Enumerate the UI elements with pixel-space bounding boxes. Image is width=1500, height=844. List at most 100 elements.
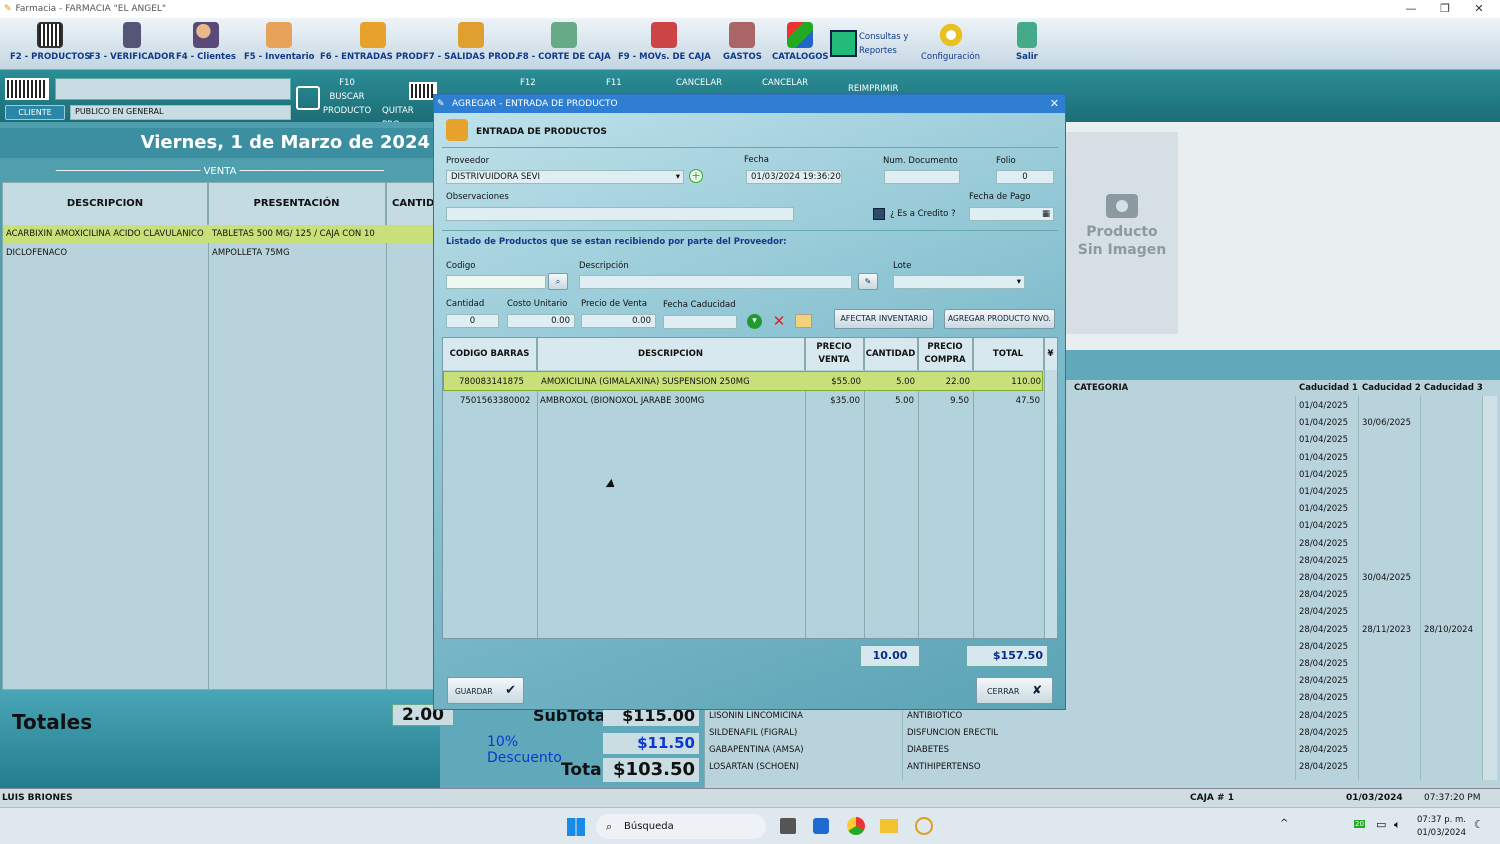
descripcion-input[interactable] (579, 275, 852, 289)
afectar-inventario-button[interactable]: AFECTAR INVENTARIO (834, 309, 934, 329)
guardar-button[interactable]: GUARDAR ✔ (447, 677, 524, 704)
column-header-precio-compra[interactable]: PRECIO COMPRA (918, 338, 973, 370)
toolbar-catalogos-button[interactable]: CATALOGOS (772, 20, 829, 68)
trello-icon[interactable] (813, 818, 829, 834)
pharmacy-app-icon[interactable] (915, 817, 933, 835)
notifications-icon[interactable]: ☾ (1474, 818, 1484, 831)
f12-label[interactable]: F12 (520, 76, 536, 90)
column-header-total[interactable]: TOTAL (973, 338, 1044, 370)
folio-field[interactable]: 0 (996, 170, 1054, 184)
cliente-button[interactable]: CLIENTE (5, 105, 65, 120)
toolbar-corte-button[interactable]: F8 - CORTE DE CAJA (517, 20, 611, 68)
volume-icon[interactable]: 🔈︎ (1394, 818, 1401, 832)
network-icon[interactable]: ▭ (1376, 818, 1386, 831)
proveedor-select[interactable]: DISTRIVUIDORA SEVI ▾ (446, 170, 684, 184)
minimize-button[interactable]: — (1394, 0, 1428, 18)
toolbar-consultas-button[interactable]: Consultas y Reportes (830, 20, 912, 68)
edit-descripcion-button[interactable]: ✎ (858, 273, 878, 290)
vertical-scrollbar[interactable] (1483, 396, 1497, 780)
agregar-producto-nuevo-button[interactable]: AGREGAR PRODUCTO NVO. (944, 309, 1055, 329)
catalog-row[interactable]: LOSARTAN (SCHOEN) ANTIHIPERTENSO 28/04/202… (705, 759, 1485, 776)
catalog-row[interactable]: GABAPENTINA (AMSA) DIABETES 28/04/2025 (705, 742, 1485, 759)
column-header-cantidad[interactable]: CANTIDAD (864, 338, 918, 370)
grid-scrollbar[interactable] (1045, 370, 1057, 638)
codigo-label: Codigo (446, 261, 476, 271)
observaciones-field[interactable] (446, 207, 794, 221)
entrada-row[interactable]: 780083141875 AMOXICILINA (GIMALAXINA) SU… (443, 371, 1043, 391)
toolbar-salir-button[interactable]: Salir (1016, 20, 1038, 68)
catalog-cell-c1: 28/04/2025 (1299, 745, 1348, 755)
sale-items-grid[interactable]: DESCRIPCION PRESENTACIÓN CANTID ACARBIXI… (2, 182, 442, 690)
column-header-descripcion[interactable]: DESCRIPCION (3, 183, 208, 225)
cerrar-button[interactable]: CERRAR ✘ (976, 677, 1053, 704)
cancelar-button-1[interactable]: CANCELAR (676, 76, 722, 90)
chevron-down-icon: ▾ (1016, 277, 1021, 287)
column-header-precio-venta[interactable]: PRECIO VENTA (805, 338, 864, 370)
toolbar-salidas-button[interactable]: F7 - SALIDAS PROD. (423, 20, 518, 68)
dialog-titlebar: ✎ AGREGAR - ENTRADA DE PRODUCTO ✕ (434, 95, 1065, 113)
column-header-codigo-barras[interactable]: CODIGO BARRAS (443, 338, 537, 370)
calendar-icon[interactable]: ▦ (1042, 208, 1050, 220)
catalog-cell-c1: 28/04/2025 (1299, 555, 1348, 566)
buscar-producto-button[interactable]: F10 BUSCAR PRODUCTO (322, 76, 372, 118)
column-header-descripcion[interactable]: DESCRIPCION (537, 338, 805, 370)
clear-eraser-icon[interactable] (795, 314, 812, 328)
toolbar-productos-button[interactable]: F2 - PRODUCTOS (10, 20, 91, 68)
status-time: 07:37:20 PM (1424, 793, 1481, 803)
add-proveedor-icon[interactable]: + (689, 169, 703, 183)
toolbar-clientes-button[interactable]: F4 - Clientes (176, 20, 236, 68)
header-divider (442, 147, 1058, 148)
barcode-input[interactable] (55, 78, 291, 100)
f11-label[interactable]: F11 (606, 76, 622, 90)
tray-badge: 20 (1354, 820, 1365, 828)
cancelar-button-2[interactable]: CANCELAR (762, 76, 808, 90)
toolbar-gastos-button[interactable]: GASTOS (723, 20, 762, 68)
numdoc-field[interactable] (884, 170, 960, 184)
caducidad-input[interactable] (663, 315, 737, 329)
cliente-field[interactable]: PUBLICO EN GENERAL (70, 105, 291, 120)
column-header-categoria[interactable]: CATEGORIA (1074, 380, 1128, 396)
confirm-add-icon[interactable]: ▾ (747, 314, 762, 329)
column-header-caducidad-1[interactable]: Caducidad 1 (1299, 380, 1358, 396)
discount-value: $11.50 (603, 733, 699, 754)
entrada-products-grid[interactable]: CODIGO BARRAS DESCRIPCION PRECIO VENTA C… (442, 337, 1058, 639)
entrada-row[interactable]: 7501563380002 AMBROXOL (BIONOXOL JARABE … (443, 391, 1043, 411)
toolbar-entradas-button[interactable]: F6 - ENTRADAS PROD. (320, 20, 426, 68)
tray-overflow-icon[interactable]: ^ (1280, 818, 1288, 829)
toolbar-configuracion-button[interactable]: Configuración (921, 20, 980, 68)
barcode-scan-icon[interactable] (5, 78, 49, 100)
status-bar: LUIS BRIONES CAJA # 1 01/03/2024 07:37:2… (0, 788, 1500, 807)
delete-row-icon[interactable]: ✕ (770, 312, 788, 330)
tray-clock[interactable]: 07:37 p. m. 01/03/2024 (1414, 814, 1466, 840)
credito-checkbox[interactable] (873, 208, 885, 220)
taskbar-search[interactable]: ⌕ Búsqueda (596, 814, 766, 839)
toolbar-movs-button[interactable]: F9 - MOVs. DE CAJA (618, 20, 711, 68)
close-window-button[interactable]: ✕ (1462, 0, 1496, 18)
task-view-icon[interactable] (780, 818, 796, 834)
cantidad-input[interactable]: 0 (446, 314, 499, 328)
costo-input[interactable]: 0.00 (507, 314, 575, 328)
column-chooser-icon[interactable]: ¥ (1044, 338, 1057, 370)
fecha-field[interactable]: 01/03/2024 19:36:20 (746, 170, 842, 184)
restore-button[interactable]: ❐ (1428, 0, 1462, 18)
column-header-presentacion[interactable]: PRESENTACIÓN (208, 183, 386, 225)
file-explorer-icon[interactable] (880, 819, 898, 833)
precio-venta-input[interactable]: 0.00 (581, 314, 656, 328)
catalog-row[interactable]: LISONIN LINCOMICINA ANTIBIOTICO 28/04/2025 (705, 708, 1485, 725)
column-header-caducidad-3[interactable]: Caducidad 3 (1424, 380, 1483, 396)
inventory-icon (266, 22, 293, 48)
codigo-input[interactable] (446, 275, 546, 289)
fecha-pago-field[interactable]: ▦ (969, 207, 1054, 221)
search-codigo-button[interactable]: ⌕ (548, 273, 568, 290)
sale-row[interactable]: DICLOFENACO AMPOLLETA 75MG (3, 244, 441, 262)
toolbar-inventario-button[interactable]: F5 - Inventario (244, 20, 314, 68)
windows-start-icon[interactable] (567, 818, 585, 836)
column-header-caducidad-2[interactable]: Caducidad 2 (1362, 380, 1421, 396)
catalog-row[interactable]: SILDENAFIL (FIGRAL) DISFUNCION ERECTIL 28/… (705, 725, 1485, 742)
lote-select[interactable]: ▾ (893, 275, 1025, 289)
sale-row[interactable]: ACARBIXIN AMOXICILINA ACIDO CLAVULANICO T… (3, 225, 441, 243)
dialog-close-button[interactable]: ✕ (1050, 95, 1059, 113)
search-product-icon[interactable] (296, 86, 320, 110)
chrome-icon[interactable] (847, 817, 865, 835)
toolbar-verificador-button[interactable]: F3 - VERIFICADOR (89, 20, 175, 68)
